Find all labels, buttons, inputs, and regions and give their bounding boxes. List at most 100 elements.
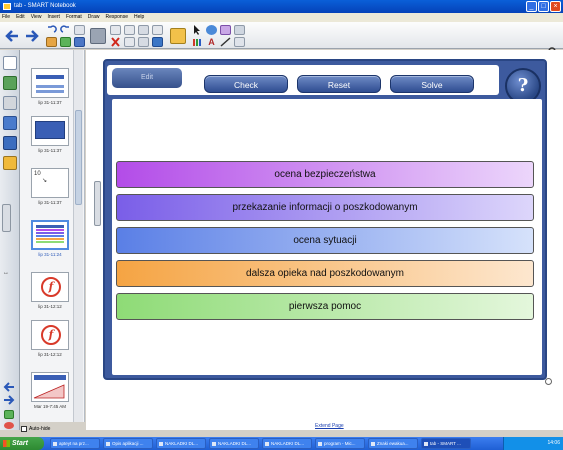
properties-tab-icon[interactable] xyxy=(3,116,17,130)
item-label: ocena bezpieczeństwa xyxy=(274,169,376,180)
menu-help[interactable]: Help xyxy=(134,13,144,22)
save-icon[interactable] xyxy=(74,37,85,47)
line-icon[interactable] xyxy=(220,37,231,47)
page-thumbnail-7[interactable] xyxy=(31,372,69,402)
select-arrow-icon[interactable] xyxy=(192,25,203,35)
taskbar-item[interactable]: program - Mic... xyxy=(315,438,365,449)
page-thumbnail-6[interactable]: f xyxy=(31,320,69,350)
item-label: dalsza opieka nad poszkodowanym xyxy=(246,268,404,279)
menu-draw[interactable]: Draw xyxy=(88,13,100,22)
sortable-item[interactable]: dalsza opieka nad poszkodowanym xyxy=(116,260,534,287)
lock-icon[interactable] xyxy=(170,28,186,44)
undo-icon[interactable] xyxy=(46,25,57,35)
document-camera-icon[interactable] xyxy=(152,25,163,35)
edit-button[interactable]: Edit xyxy=(112,68,182,88)
auto-hide-label: Auto-hide xyxy=(29,426,51,432)
auto-hide-option[interactable]: Auto-hide xyxy=(21,426,50,432)
sortable-item[interactable]: pierwsza pomoc xyxy=(116,293,534,320)
reset-button[interactable]: Reset xyxy=(297,75,381,93)
page-thumbnail-5[interactable]: f xyxy=(31,272,69,302)
page-thumbnail-4-selected[interactable] xyxy=(31,220,69,250)
gallery-tab-icon[interactable] xyxy=(3,76,17,90)
menu-response[interactable]: Response xyxy=(105,13,128,22)
minimize-button[interactable]: _ xyxy=(526,1,537,12)
scrollbar-thumb[interactable] xyxy=(75,110,82,205)
start-label: Start xyxy=(12,440,28,447)
add-page-sidebar-icon[interactable] xyxy=(4,410,14,419)
sidebar-collapse-handle[interactable] xyxy=(2,204,11,232)
paste-icon[interactable] xyxy=(110,25,121,35)
item-label: pierwsza pomoc xyxy=(288,301,362,312)
menu-view[interactable]: View xyxy=(31,13,42,22)
sortable-item[interactable]: przekazanie informacji o poszkodowanym xyxy=(116,194,534,221)
item-label: przekazanie informacji o poszkodowanym xyxy=(232,202,418,213)
page-sorter-tab-icon[interactable] xyxy=(3,56,17,70)
windows-logo-icon xyxy=(3,440,10,447)
menu-format[interactable]: Format xyxy=(66,13,82,22)
page-thumbnail-2[interactable] xyxy=(31,116,69,146)
auto-hide-checkbox[interactable] xyxy=(21,426,27,432)
taskbar-item[interactable]: Opis aplikacji ... xyxy=(103,438,153,449)
thumbnail-label: lip 31-11:37 xyxy=(38,200,62,205)
add-icon[interactable] xyxy=(60,37,71,47)
thumbnail-label: lip 31-11:37 xyxy=(38,148,62,153)
menu-file[interactable]: File xyxy=(2,13,10,22)
next-page-icon[interactable] xyxy=(3,395,15,405)
attachments-tab-icon[interactable] xyxy=(3,96,17,110)
clock[interactable]: 14:06 xyxy=(547,440,560,446)
fill-icon[interactable] xyxy=(234,25,245,35)
window-title: tab - SMART Notebook xyxy=(14,3,76,9)
show-hide-icon[interactable] xyxy=(124,25,135,35)
capture-icon[interactable] xyxy=(138,25,149,35)
taskbar-item[interactable]: NAKLADKI DL... xyxy=(156,438,206,449)
taskbar-item[interactable]: Znaki ewakua... xyxy=(368,438,418,449)
eraser-icon[interactable] xyxy=(220,25,231,35)
extend-page-link[interactable]: Extend Page xyxy=(315,423,344,429)
item-label: ocena sytuacji xyxy=(293,235,357,246)
sorter-resize-handle[interactable] xyxy=(94,181,101,226)
taskbar: Start apteyt na prz... Opis aplikacji ..… xyxy=(0,437,563,450)
pen-icon[interactable] xyxy=(206,25,217,35)
shapes-icon[interactable] xyxy=(234,37,245,47)
screen-shade-icon[interactable] xyxy=(90,28,106,44)
object-resize-handle[interactable] xyxy=(545,378,552,385)
open-file-icon[interactable] xyxy=(74,25,85,35)
swap-side-icon[interactable]: ↔ xyxy=(3,270,15,276)
thumbnail-label: lip 31-11:37 xyxy=(38,100,62,105)
lesson-activity-tab-icon[interactable] xyxy=(3,156,17,170)
back-arrow-icon[interactable] xyxy=(4,28,20,44)
toolbar: A xyxy=(0,22,563,68)
taskbar-item[interactable]: NAKLADKI DL... xyxy=(262,438,312,449)
redo-icon[interactable] xyxy=(60,25,71,35)
thumbnail-label: lip 31-12:12 xyxy=(38,352,62,357)
check-button[interactable]: Check xyxy=(204,75,288,93)
thumbnail-label: lip 31-12:12 xyxy=(38,304,62,309)
system-tray: 14:06 xyxy=(503,437,563,450)
taskbar-item[interactable]: NAKLADKI DL... xyxy=(209,438,259,449)
taskbar-item-active[interactable]: tab - SMART ... xyxy=(421,438,471,449)
close-button[interactable]: × xyxy=(550,1,561,12)
delete-icon[interactable] xyxy=(110,37,121,47)
page-thumbnail-3[interactable]: 10 ↘ xyxy=(31,168,69,198)
page-thumbnail-1[interactable] xyxy=(31,68,69,98)
smart-notebook-icon xyxy=(3,3,11,10)
add-ons-tab-icon[interactable] xyxy=(3,136,17,150)
menu-insert[interactable]: Insert xyxy=(47,13,60,22)
taskbar-item[interactable]: apteyt na prz... xyxy=(50,438,100,449)
previous-page-icon[interactable] xyxy=(3,382,15,392)
full-screen-icon[interactable] xyxy=(138,37,149,47)
maximize-button[interactable]: □ xyxy=(538,1,549,12)
solve-button[interactable]: Solve xyxy=(390,75,474,93)
sortable-item[interactable]: ocena sytuacji xyxy=(116,227,534,254)
forward-arrow-icon[interactable] xyxy=(24,28,40,44)
magic-pen-icon[interactable] xyxy=(192,37,203,47)
table-icon[interactable] xyxy=(124,37,135,47)
page-sorter-scrollbar[interactable] xyxy=(73,50,83,422)
add-page-icon[interactable] xyxy=(46,37,57,47)
sortable-item[interactable]: ocena bezpieczeństwa xyxy=(116,161,534,188)
dual-page-icon[interactable] xyxy=(152,37,163,47)
text-icon[interactable]: A xyxy=(206,37,217,47)
start-button[interactable]: Start xyxy=(0,437,44,450)
menu-edit[interactable]: Edit xyxy=(16,13,25,22)
delete-page-icon[interactable] xyxy=(4,422,14,429)
